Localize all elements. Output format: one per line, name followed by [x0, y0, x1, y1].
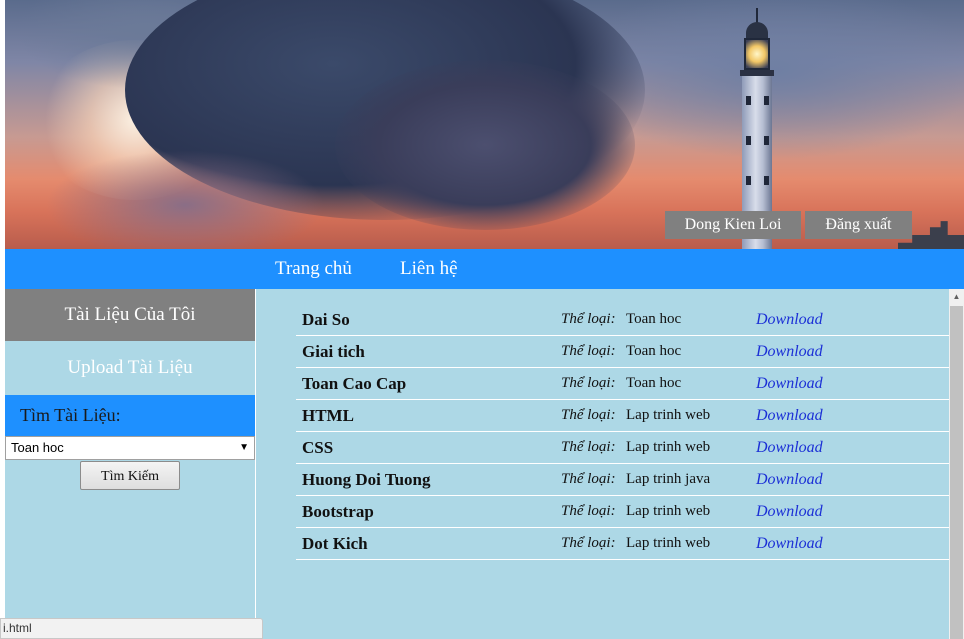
- category-label: Thể loại:: [561, 471, 616, 487]
- download-link[interactable]: Download: [756, 503, 823, 521]
- logout-button[interactable]: Đăng xuất: [805, 211, 912, 239]
- document-row: Toan Cao Cap Thể loại: Toan hoc Download: [296, 368, 950, 400]
- category-label: Thể loại:: [561, 343, 616, 359]
- document-row: Dai So Thể loại: Toan hoc Download: [296, 304, 950, 336]
- storm-cloud: [335, 60, 635, 230]
- document-name: Huong Doi Tuong: [302, 470, 431, 489]
- document-category: Lap trinh web: [626, 407, 711, 423]
- sidebar-item-upload[interactable]: Upload Tài Liệu: [5, 341, 255, 395]
- browser-status-bar: i.html: [0, 618, 263, 639]
- document-category: Toan hoc: [626, 375, 682, 391]
- document-row: Huong Doi Tuong Thể loại: Lap trinh java…: [296, 464, 950, 496]
- document-row: HTML Thể loại: Lap trinh web Download: [296, 400, 950, 432]
- scrollbar-thumb[interactable]: [950, 306, 963, 639]
- search-button[interactable]: Tìm Kiếm: [80, 461, 180, 490]
- category-select-value: Toan hoc: [11, 440, 64, 455]
- download-link[interactable]: Download: [756, 375, 823, 393]
- sidebar-item-my-documents[interactable]: Tài Liệu Của Tôi: [5, 289, 255, 341]
- status-url: i.html: [3, 621, 32, 635]
- nav-link-home[interactable]: Trang chủ: [275, 249, 352, 289]
- category-label: Thể loại:: [561, 311, 616, 327]
- document-row: Bootstrap Thể loại: Lap trinh web Downlo…: [296, 496, 950, 528]
- document-name: Dai So: [302, 310, 350, 329]
- download-link[interactable]: Download: [756, 535, 823, 553]
- search-heading-label: Tìm Tài Liệu:: [20, 405, 121, 425]
- download-link[interactable]: Download: [756, 311, 823, 329]
- main-navbar: Trang chủ Liên hệ: [5, 249, 964, 289]
- document-name: Dot Kich: [302, 534, 368, 553]
- document-list-panel: Dai So Thể loại: Toan hoc Download Giai …: [255, 289, 950, 639]
- document-category: Lap trinh web: [626, 503, 711, 519]
- document-name: HTML: [302, 406, 354, 425]
- dropdown-arrow-icon: ▼: [239, 442, 249, 453]
- download-link[interactable]: Download: [756, 439, 823, 457]
- user-profile-button[interactable]: Dong Kien Loi: [665, 211, 801, 239]
- document-category: Lap trinh java: [626, 471, 711, 487]
- document-category: Lap trinh web: [626, 439, 711, 455]
- category-label: Thể loại:: [561, 375, 616, 391]
- nav-link-contact[interactable]: Liên hệ: [400, 249, 458, 289]
- document-name: Giai tich: [302, 342, 365, 361]
- vertical-scrollbar[interactable]: ▲: [949, 289, 964, 639]
- sidebar: Tài Liệu Của Tôi Upload Tài Liệu Tìm Tài…: [5, 289, 255, 639]
- download-link[interactable]: Download: [756, 471, 823, 489]
- document-row: Dot Kich Thể loại: Lap trinh web Downloa…: [296, 528, 950, 560]
- document-name: Toan Cao Cap: [302, 374, 407, 393]
- search-heading: Tìm Tài Liệu:: [5, 395, 255, 436]
- scroll-up-arrow-icon[interactable]: ▲: [949, 289, 964, 305]
- category-label: Thể loại:: [561, 535, 616, 551]
- download-link[interactable]: Download: [756, 343, 823, 361]
- document-list: Dai So Thể loại: Toan hoc Download Giai …: [296, 304, 950, 560]
- download-link[interactable]: Download: [756, 407, 823, 425]
- category-select[interactable]: Toan hoc ▼: [5, 436, 255, 460]
- document-category: Toan hoc: [626, 343, 682, 359]
- category-label: Thể loại:: [561, 503, 616, 519]
- document-row: Giai tich Thể loại: Toan hoc Download: [296, 336, 950, 368]
- document-category: Toan hoc: [626, 311, 682, 327]
- document-category: Lap trinh web: [626, 535, 711, 551]
- cloud: [45, 150, 325, 249]
- document-name: CSS: [302, 438, 334, 457]
- category-label: Thể loại:: [561, 407, 616, 423]
- category-label: Thể loại:: [561, 439, 616, 455]
- document-row: CSS Thể loại: Lap trinh web Download: [296, 432, 950, 464]
- document-name: Bootstrap: [302, 502, 374, 521]
